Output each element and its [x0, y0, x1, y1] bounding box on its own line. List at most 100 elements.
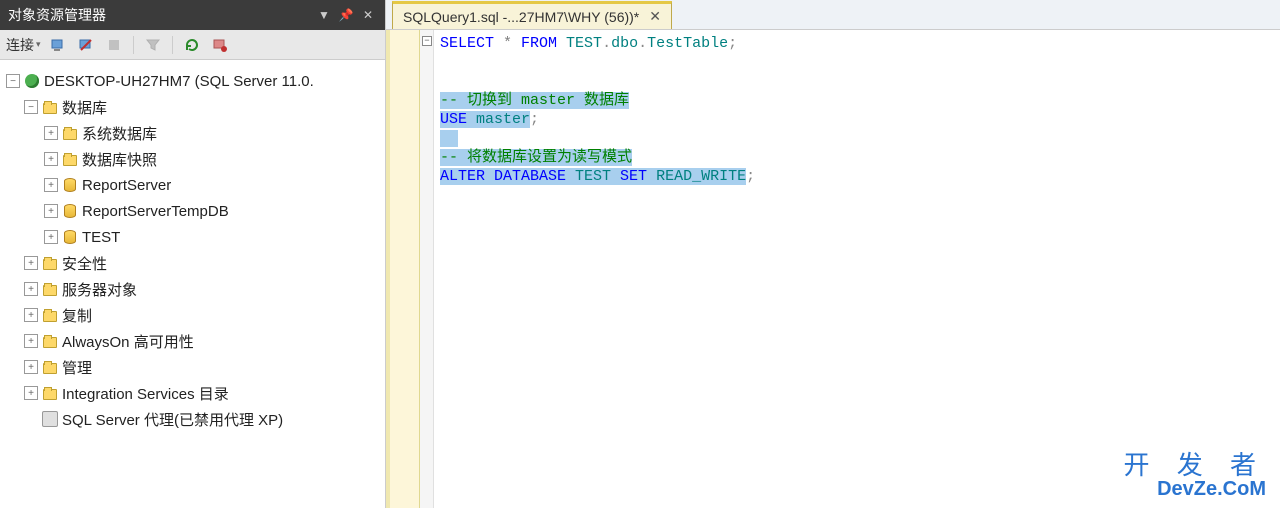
keyword: SET [620, 168, 647, 185]
identifier: TEST [566, 168, 620, 185]
database-icon [62, 229, 78, 245]
tree-snapshot-node[interactable]: + 数据库快照 [4, 146, 381, 172]
tree-label: 安全性 [62, 253, 107, 274]
expand-icon[interactable]: + [24, 360, 38, 374]
dropdown-icon[interactable]: ▼ [315, 6, 333, 24]
keyword: DATABASE [485, 168, 566, 185]
tree-integration-node[interactable]: + Integration Services 目录 [4, 380, 381, 406]
folder-icon [42, 385, 58, 401]
tree-reportservertemp-node[interactable]: + ReportServerTempDB [4, 198, 381, 224]
folder-icon [42, 359, 58, 375]
separator [133, 36, 134, 54]
tree-management-node[interactable]: + 管理 [4, 354, 381, 380]
tree-label: Integration Services 目录 [62, 383, 229, 404]
object-explorer-toolbar: 连接▾ [0, 30, 385, 60]
tab-label: SQLQuery1.sql -...27HM7\WHY (56))* [403, 9, 639, 25]
tree-serverobj-node[interactable]: +服务器对象 [4, 276, 381, 302]
identifier: master [467, 111, 530, 128]
code-content[interactable]: SELECT * FROM TEST.dbo.TestTable; -- 切换到… [434, 30, 761, 508]
tree-label: 复制 [62, 305, 92, 326]
editor-tabs: SQLQuery1.sql -...27HM7\WHY (56))* ✕ [386, 0, 1280, 30]
tree-label: 数据库 [62, 97, 107, 118]
filter-icon[interactable] [142, 34, 164, 56]
folder-icon [42, 281, 58, 297]
fold-icon[interactable]: − [422, 36, 432, 46]
expand-icon[interactable]: + [24, 282, 38, 296]
tree-security-node[interactable]: + 安全性 [4, 250, 381, 276]
panel-header: 对象资源管理器 ▼ 📌 ✕ [0, 0, 385, 30]
connect-server-icon[interactable] [47, 34, 69, 56]
tab-sqlquery1[interactable]: SQLQuery1.sql -...27HM7\WHY (56))* ✕ [392, 1, 672, 29]
code-area[interactable]: − SELECT * FROM TEST.dbo.TestTable; -- 切… [386, 30, 1280, 508]
database-icon [62, 177, 78, 193]
tree-label: 管理 [62, 357, 92, 378]
folder-icon [62, 151, 78, 167]
registered-servers-icon[interactable] [209, 34, 231, 56]
folder-icon [42, 307, 58, 323]
expand-icon[interactable]: + [24, 386, 38, 400]
folder-icon [42, 255, 58, 271]
tree-label: 数据库快照 [82, 149, 157, 170]
collapse-icon[interactable]: − [6, 74, 20, 88]
keyword: USE [440, 111, 467, 128]
tree-label: 系统数据库 [82, 123, 157, 144]
collapse-icon[interactable]: − [24, 100, 38, 114]
tree-agent-node[interactable]: +SQL Server 代理(已禁用代理 XP) [4, 406, 381, 432]
query-editor: SQLQuery1.sql -...27HM7\WHY (56))* ✕ − S… [386, 0, 1280, 508]
punct: . [638, 35, 647, 52]
operator: * [494, 35, 521, 52]
punct: ; [728, 35, 737, 52]
folder-icon [42, 333, 58, 349]
identifier: TEST [557, 35, 602, 52]
expand-icon[interactable]: + [44, 230, 58, 244]
pin-icon[interactable]: 📌 [337, 6, 355, 24]
keyword: ALTER [440, 168, 485, 185]
stop-icon[interactable] [103, 34, 125, 56]
object-tree[interactable]: −DESKTOP-UH27HM7 (SQL Server 11.0. −数据库 … [0, 60, 385, 508]
tree-test-node[interactable]: + TEST [4, 224, 381, 250]
keyword: SELECT [440, 35, 494, 52]
disconnect-server-icon[interactable] [75, 34, 97, 56]
connect-button[interactable]: 连接▾ [6, 35, 41, 55]
tree-label: AlwaysOn 高可用性 [62, 331, 194, 352]
agent-icon [42, 411, 58, 427]
keyword: FROM [521, 35, 557, 52]
tree-replication-node[interactable]: + 复制 [4, 302, 381, 328]
close-icon[interactable]: ✕ [359, 6, 377, 24]
separator [172, 36, 173, 54]
panel-title: 对象资源管理器 [8, 5, 311, 25]
object-explorer-panel: 对象资源管理器 ▼ 📌 ✕ 连接▾ −DESKTOP-UH27HM7 (SQL … [0, 0, 386, 508]
identifier: dbo [611, 35, 638, 52]
folder-icon [62, 125, 78, 141]
punct: ; [530, 111, 539, 128]
fold-column: − [420, 30, 434, 508]
tree-label: TEST [82, 229, 120, 246]
punct: ; [746, 168, 755, 185]
tab-close-icon[interactable]: ✕ [649, 8, 661, 25]
database-icon [62, 203, 78, 219]
expand-icon[interactable]: + [24, 334, 38, 348]
tree-server-node[interactable]: − DESKTOP-UH27HM7 (SQL Server 11.0. [4, 68, 381, 94]
expand-icon[interactable]: + [24, 308, 38, 322]
comment: -- 将数据库设置为读写模式 [440, 149, 632, 166]
tree-databases-node[interactable]: − 数据库 [4, 94, 381, 120]
punct: . [602, 35, 611, 52]
tree-label: SQL Server 代理(已禁用代理 XP) [62, 409, 283, 430]
line-gutter [386, 30, 420, 508]
tree-reportserver-node[interactable]: + ReportServer [4, 172, 381, 198]
identifier: TestTable [647, 35, 728, 52]
refresh-icon[interactable] [181, 34, 203, 56]
comment: -- 切换到 master 数据库 [440, 92, 629, 109]
expand-icon[interactable]: + [44, 178, 58, 192]
tree-label: ReportServerTempDB [82, 203, 229, 220]
expand-icon[interactable]: + [44, 204, 58, 218]
tree-sysdb-node[interactable]: + 系统数据库 [4, 120, 381, 146]
expand-icon[interactable]: + [44, 126, 58, 140]
identifier: READ_WRITE [647, 168, 746, 185]
folder-icon [42, 99, 58, 115]
tree-alwayson-node[interactable]: + AlwaysOn 高可用性 [4, 328, 381, 354]
tree-label: ReportServer [82, 177, 171, 194]
expand-icon[interactable]: + [44, 152, 58, 166]
tree-label: DESKTOP-UH27HM7 (SQL Server 11.0. [44, 73, 314, 90]
expand-icon[interactable]: + [24, 256, 38, 270]
